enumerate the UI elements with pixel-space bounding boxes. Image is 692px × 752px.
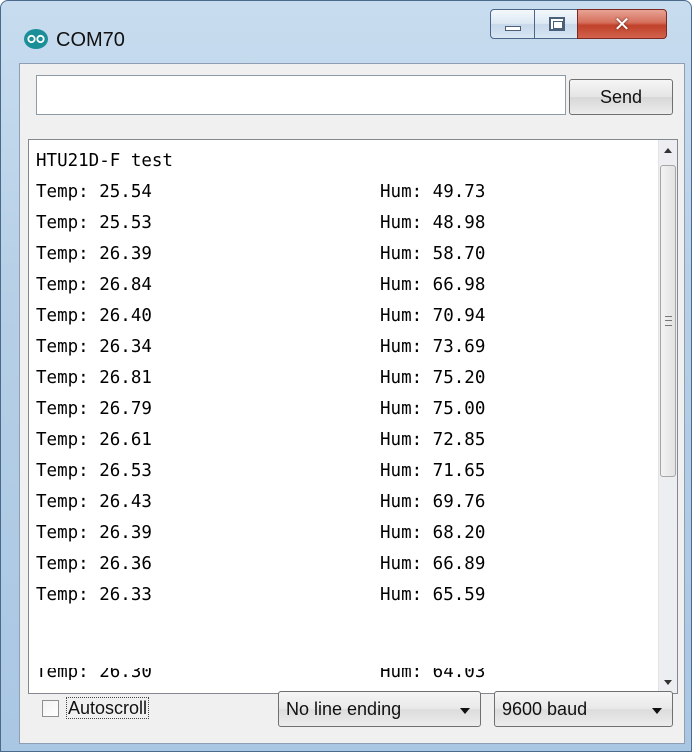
minimize-button[interactable] — [490, 9, 536, 39]
output-row: Temp: 26.36 Hum: 66.89 — [36, 549, 485, 580]
output-row: Temp: 26.43 Hum: 69.76 — [36, 487, 485, 518]
scroll-thumb[interactable] — [660, 165, 676, 477]
hum-value: Hum: 49.73 — [380, 182, 486, 202]
window-title: COM70 — [56, 29, 125, 51]
temp-value: Temp: 26.36 — [36, 554, 152, 574]
hum-value: Hum: 71.65 — [380, 461, 486, 481]
hum-value: Hum: 66.98 — [380, 275, 486, 295]
temp-value: Temp: 26.40 — [36, 306, 152, 326]
temp-value: Temp: 26.84 — [36, 275, 152, 295]
minimize-icon — [505, 26, 521, 31]
hum-value: Hum: 69.76 — [380, 492, 486, 512]
send-input[interactable] — [36, 75, 566, 115]
output-row: Temp: 26.33 Hum: 65.59 — [36, 580, 485, 611]
temp-value: Temp: 26.34 — [36, 337, 152, 357]
hum-value: Hum: 75.20 — [380, 368, 486, 388]
chevron-down-icon — [460, 708, 470, 714]
send-button[interactable]: Send — [569, 79, 673, 115]
grip-icon — [665, 316, 672, 326]
autoscroll-label[interactable]: Autoscroll — [66, 697, 150, 719]
line-ending-select[interactable]: No line ending — [278, 691, 481, 727]
temp-value: Temp: 25.54 — [36, 182, 152, 202]
temp-value: Temp: 26.43 — [36, 492, 152, 512]
hum-value: Hum: 66.89 — [380, 554, 486, 574]
hum-value: Hum: 48.98 — [380, 213, 486, 233]
close-icon: ✕ — [613, 12, 631, 36]
hum-value: Hum: 65.59 — [380, 585, 486, 605]
close-button[interactable]: ✕ — [577, 9, 667, 39]
output-row: Temp: 25.54 Hum: 49.73 — [36, 177, 485, 208]
hum-value: Hum: 73.69 — [380, 337, 486, 357]
output-row: Temp: 26.39 Hum: 68.20 — [36, 518, 485, 549]
output-row: Temp: 26.79 Hum: 75.00 — [36, 394, 485, 425]
scroll-down-arrow-icon[interactable] — [659, 671, 677, 693]
title-bar[interactable]: COM70 ✕ — [1, 1, 691, 51]
hum-value: Hum: 64.03 — [380, 668, 486, 680]
output-row: Temp: 26.40 Hum: 70.94 — [36, 301, 485, 332]
temp-value: Temp: 26.53 — [36, 461, 152, 481]
serial-monitor-window: COM70 ✕ Send HTU21D-F test Temp: 25.54 Hu… — [0, 0, 692, 752]
temp-value: Temp: 25.53 — [36, 213, 152, 233]
output-row: Temp: 26.34 Hum: 73.69 — [36, 332, 485, 363]
hum-value: Hum: 70.94 — [380, 306, 486, 326]
output-header: HTU21D-F test — [36, 151, 173, 171]
output-row: Temp: 25.53 Hum: 48.98 — [36, 208, 485, 239]
baud-rate-value: 9600 baud — [502, 699, 588, 719]
output-rows: Temp: 25.54 Hum: 49.73 Temp: 25.53 Hum: 48.… — [36, 177, 485, 611]
hum-value: Hum: 75.00 — [380, 399, 486, 419]
vertical-scrollbar[interactable] — [658, 140, 677, 693]
autoscroll-checkbox[interactable] — [42, 700, 59, 717]
temp-value: Temp: 26.81 — [36, 368, 152, 388]
client-area: Send HTU21D-F test Temp: 25.54 Hum: 49.73… — [19, 63, 685, 744]
output-row: Temp: 26.84 Hum: 66.98 — [36, 270, 485, 301]
temp-value: Temp: 26.61 — [36, 430, 152, 450]
output-lines: HTU21D-F test Temp: 25.54 Hum: 49.73 Temp:… — [36, 146, 485, 611]
output-row: Temp: 26.39 Hum: 58.70 — [36, 239, 485, 270]
hum-value: Hum: 68.20 — [380, 523, 486, 543]
hum-value: Hum: 58.70 — [380, 244, 486, 264]
line-ending-value: No line ending — [286, 699, 402, 719]
scroll-up-arrow-icon[interactable] — [659, 140, 677, 162]
baud-rate-select[interactable]: 9600 baud — [494, 691, 673, 727]
temp-value: Temp: 26.33 — [36, 585, 152, 605]
temp-value: Temp: 26.39 — [36, 523, 152, 543]
hum-value: Hum: 72.85 — [380, 430, 486, 450]
temp-value: Temp: 26.79 — [36, 399, 152, 419]
maximize-button[interactable] — [534, 9, 578, 39]
output-row: Temp: 26.61 Hum: 72.85 — [36, 425, 485, 456]
maximize-icon — [549, 17, 565, 31]
output-row: Temp: 26.81 Hum: 75.20 — [36, 363, 485, 394]
temp-value: Temp: 26.39 — [36, 244, 152, 264]
arduino-icon — [24, 29, 48, 49]
temp-value: Temp: 26.30 — [36, 668, 152, 680]
chevron-down-icon — [652, 708, 662, 714]
output-partial-row: Temp: 26.30 Hum: 64.03 — [36, 668, 485, 680]
serial-output[interactable]: HTU21D-F test Temp: 25.54 Hum: 49.73 Temp:… — [28, 139, 678, 694]
output-row: Temp: 26.53 Hum: 71.65 — [36, 456, 485, 487]
